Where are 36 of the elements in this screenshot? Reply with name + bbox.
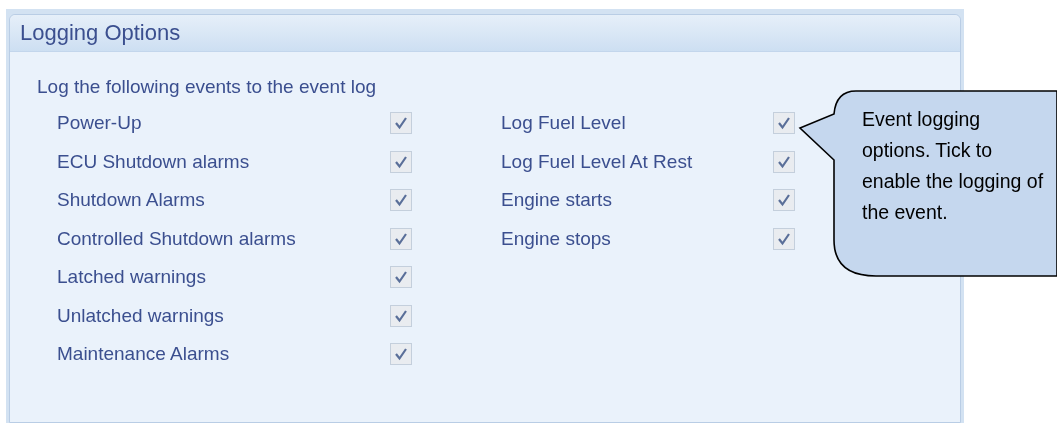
option-label: Log Fuel Level At Rest — [501, 150, 694, 173]
panel-title: Logging Options — [20, 20, 181, 46]
checkbox[interactable] — [390, 112, 412, 135]
checkbox[interactable] — [390, 189, 412, 212]
option-label: Engine stops — [501, 227, 612, 250]
checkbox[interactable] — [773, 112, 795, 135]
check-icon — [777, 231, 791, 246]
checkbox[interactable] — [390, 343, 412, 366]
check-icon — [777, 154, 791, 169]
option-label: Maintenance Alarms — [57, 343, 231, 366]
check-icon — [394, 154, 408, 169]
option-label: Power-Up — [57, 112, 143, 135]
option-label: Log Fuel Level — [501, 112, 627, 135]
check-icon — [394, 231, 408, 246]
checkbox[interactable] — [773, 227, 795, 250]
option-label: Latched warnings — [57, 266, 207, 289]
check-icon — [777, 116, 791, 131]
checkbox[interactable] — [773, 150, 795, 173]
checkbox[interactable] — [390, 150, 412, 173]
option-label: Controlled Shutdown alarms — [57, 227, 297, 250]
checkbox[interactable] — [390, 266, 412, 289]
option-label: Shutdown Alarms — [57, 189, 206, 212]
check-icon — [394, 193, 408, 208]
check-icon — [394, 308, 408, 323]
check-icon — [394, 270, 408, 285]
check-icon — [777, 193, 791, 208]
option-label: Unlatched warnings — [57, 304, 225, 327]
check-icon — [394, 347, 408, 362]
callout-text: Event logging options. Tick to enable the logging of the event. — [862, 107, 1045, 225]
checkbox[interactable] — [390, 304, 412, 327]
checkbox[interactable] — [390, 227, 412, 250]
check-icon — [394, 116, 408, 131]
option-label: ECU Shutdown alarms — [57, 150, 251, 173]
checkbox[interactable] — [773, 189, 795, 212]
instruction-text: Log the following events to the event log — [37, 76, 378, 98]
option-label: Engine starts — [501, 189, 613, 212]
